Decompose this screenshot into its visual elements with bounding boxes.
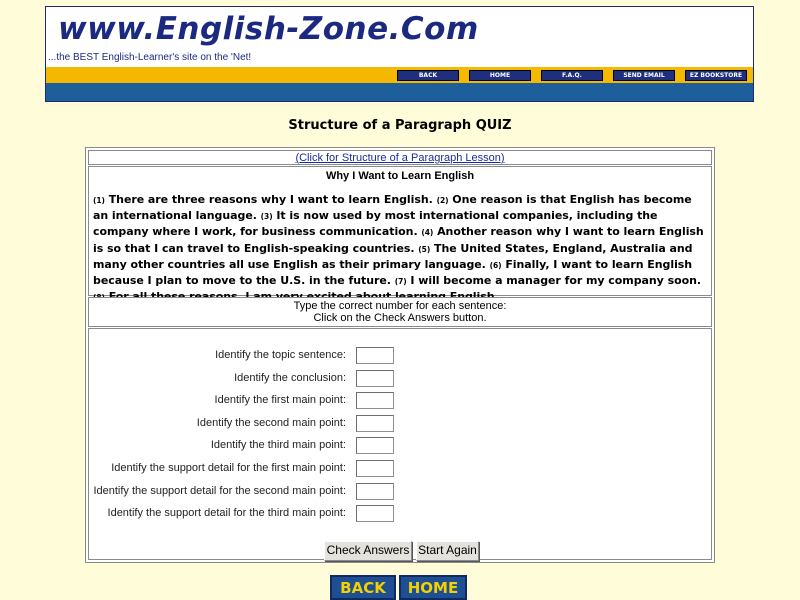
answer-input-support-second[interactable] [356, 483, 394, 500]
question-label: Identify the third main point: [210, 439, 346, 451]
page-title: Structure of a Paragraph QUIZ [288, 118, 512, 133]
nav-back-button[interactable]: BACK [397, 70, 459, 81]
sentence-number: (6) [489, 260, 502, 270]
question-row: Identify the first main point: [89, 392, 711, 409]
answer-input-third-main-point[interactable] [356, 437, 394, 454]
sentence-number: (3) [260, 212, 273, 222]
answer-input-topic-sentence[interactable] [356, 347, 394, 364]
sentence-text: There are three reasons why I want to le… [108, 193, 433, 206]
lesson-link[interactable]: (Click for Structure of a Paragraph Less… [89, 151, 711, 165]
start-again-button[interactable]: Start Again [416, 541, 479, 561]
lesson-link-cell: (Click for Structure of a Paragraph Less… [88, 150, 712, 165]
sentence-number: (7) [394, 277, 407, 287]
question-label: Identify the topic sentence: [215, 349, 346, 361]
question-row: Identify the support detail for the firs… [89, 460, 711, 477]
nav-bookstore-button[interactable]: EZ BOOKSTORE [685, 70, 747, 81]
question-label: Identify the first main point: [214, 394, 346, 406]
quiz-table: (Click for Structure of a Paragraph Less… [85, 147, 715, 563]
answer-input-second-main-point[interactable] [356, 415, 394, 432]
question-label: Identify the support detail for the firs… [111, 462, 346, 474]
question-row: Identify the support detail for the thir… [89, 505, 711, 522]
nav-home-button[interactable]: HOME [469, 70, 531, 81]
sentence-number: (4) [421, 228, 434, 238]
answer-input-support-third[interactable] [356, 505, 394, 522]
site-logo[interactable]: www.English-Zone.Com [58, 11, 479, 47]
question-label: Identify the second main point: [196, 417, 346, 429]
question-label: Identify the conclusion: [234, 372, 346, 384]
button-row: Check Answers Start Again [89, 541, 711, 561]
check-answers-button[interactable]: Check Answers [324, 541, 412, 561]
answer-input-first-main-point[interactable] [356, 392, 394, 409]
nav-send-email-button[interactable]: SEND EMAIL [613, 70, 675, 81]
sentence-number: (5) [418, 244, 431, 254]
header-blue-bar [46, 83, 753, 101]
answer-input-support-first[interactable] [356, 460, 394, 477]
questions-cell: Identify the topic sentence: Identify th… [88, 328, 712, 561]
answer-input-conclusion[interactable] [356, 370, 394, 387]
question-row: Identify the third main point: [89, 437, 711, 454]
nav-faq-button[interactable]: F.A.Q. [541, 70, 603, 81]
site-header: www.English-Zone.Com ...the BEST English… [45, 6, 754, 102]
sentence-text: I will become a manager for my company s… [410, 274, 701, 288]
sentence-number: (1) [93, 196, 105, 205]
instructions-line-1: Type the correct number for each sentenc… [293, 300, 507, 312]
question-row: Identify the conclusion: [89, 370, 711, 387]
instructions-cell: Type the correct number for each sentenc… [88, 297, 712, 327]
question-row: Identify the topic sentence: [89, 347, 711, 364]
bottom-back-button[interactable]: BACK [330, 575, 396, 600]
site-tagline: ...the BEST English-Learner's site on th… [48, 52, 252, 63]
paragraph-text: (1) There are three reasons why I want t… [89, 192, 711, 305]
sentence-number: (2) [436, 196, 449, 205]
question-row: Identify the support detail for the seco… [89, 483, 711, 500]
question-label: Identify the support detail for the thir… [107, 507, 346, 519]
paragraph-title: Why I Want to Learn English [325, 170, 475, 182]
bottom-home-button[interactable]: HOME [399, 575, 467, 600]
top-nav-bar: BACK HOME F.A.Q. SEND EMAIL EZ BOOKSTORE [46, 67, 753, 83]
question-label: Identify the support detail for the seco… [93, 485, 346, 497]
paragraph-cell: Why I Want to Learn English (1) There ar… [88, 166, 712, 303]
instructions-line-2: Click on the Check Answers button. [313, 312, 487, 324]
question-row: Identify the second main point: [89, 415, 711, 432]
